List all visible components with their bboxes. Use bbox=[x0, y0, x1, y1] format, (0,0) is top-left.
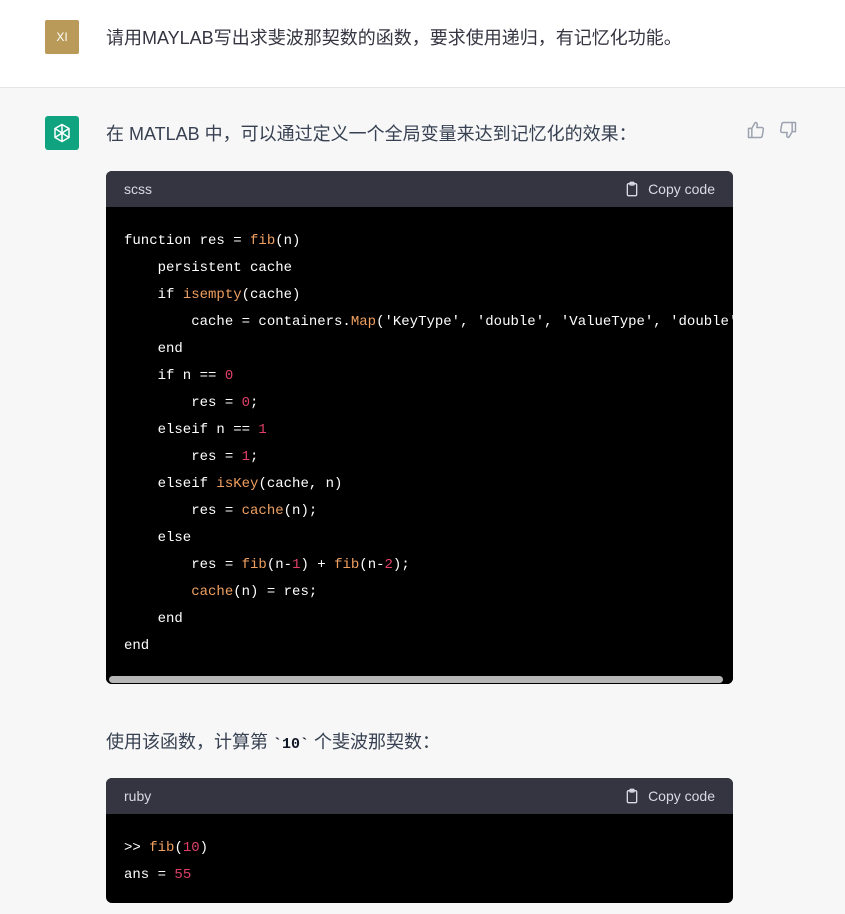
code-line: elseif n == 1 bbox=[124, 422, 267, 438]
code-line: res = 1; bbox=[124, 449, 259, 465]
horizontal-scrollbar[interactable] bbox=[106, 674, 733, 684]
code-line: end bbox=[124, 638, 150, 654]
code-line: res = 0; bbox=[124, 395, 259, 411]
user-message-row: XI 请用MAYLAB写出求斐波那契数的函数，要求使用递归，有记忆化功能。 bbox=[0, 0, 845, 88]
copy-code-label: Copy code bbox=[648, 788, 715, 804]
code-line: end bbox=[124, 611, 183, 627]
code-content: function res = fib(n) persistent cache i… bbox=[106, 207, 733, 660]
assistant-avatar bbox=[45, 116, 79, 150]
code-line: if isempty(cache) bbox=[124, 287, 301, 303]
code-language-label: scss bbox=[124, 181, 152, 197]
clipboard-icon bbox=[626, 181, 638, 197]
copy-code-label: Copy code bbox=[648, 181, 715, 197]
code-block-header: scss Copy code bbox=[106, 171, 733, 207]
usage-text-before: 使用该函数，计算第 bbox=[106, 732, 274, 752]
code-block-matlab: scss Copy code function res = fib(n) per… bbox=[106, 171, 733, 684]
code-line: >> fib(10) bbox=[124, 840, 209, 856]
code-line: res = fib(n-1) + fib(n-2); bbox=[124, 557, 410, 573]
code-line: if n == 0 bbox=[124, 368, 234, 384]
user-avatar: XI bbox=[45, 20, 79, 54]
user-message-text: 请用MAYLAB写出求斐波那契数的函数，要求使用递归，有记忆化功能。 bbox=[106, 28, 682, 48]
code-language-label: ruby bbox=[124, 788, 152, 804]
code-line: function res = fib(n) bbox=[124, 233, 301, 249]
thumbs-up-icon[interactable] bbox=[746, 120, 766, 140]
code-line: cache(n) = res; bbox=[191, 584, 318, 600]
code-line: elseif isKey(cache, n) bbox=[124, 476, 343, 492]
clipboard-icon bbox=[626, 788, 638, 804]
inline-code: `10` bbox=[273, 736, 310, 753]
thumbs-down-icon[interactable] bbox=[778, 120, 798, 140]
copy-code-button[interactable]: Copy code bbox=[624, 788, 715, 804]
code-content: >> fib(10) ans = 55 bbox=[106, 814, 733, 889]
scrollbar-thumb[interactable] bbox=[109, 676, 723, 683]
usage-text: 使用该函数，计算第 `10` 个斐波那契数： bbox=[106, 728, 440, 754]
code-line: persistent cache bbox=[124, 260, 293, 276]
code-block-usage: ruby Copy code >> fib(10) ans = 55 bbox=[106, 778, 733, 903]
assistant-intro-text: 在 MATLAB 中，可以通过定义一个全局变量来达到记忆化的效果： bbox=[106, 124, 637, 144]
code-line: else bbox=[124, 530, 192, 546]
openai-logo-icon bbox=[54, 123, 70, 143]
copy-code-button[interactable]: Copy code bbox=[624, 181, 715, 197]
code-line: res = cache(n); bbox=[124, 503, 318, 519]
code-line: end bbox=[124, 341, 183, 357]
usage-text-after: 个斐波那契数： bbox=[309, 732, 441, 752]
code-line: ans = 55 bbox=[124, 867, 192, 883]
code-block-header: ruby Copy code bbox=[106, 778, 733, 814]
code-line: cache = containers.Map('KeyType', 'doubl… bbox=[124, 314, 733, 330]
